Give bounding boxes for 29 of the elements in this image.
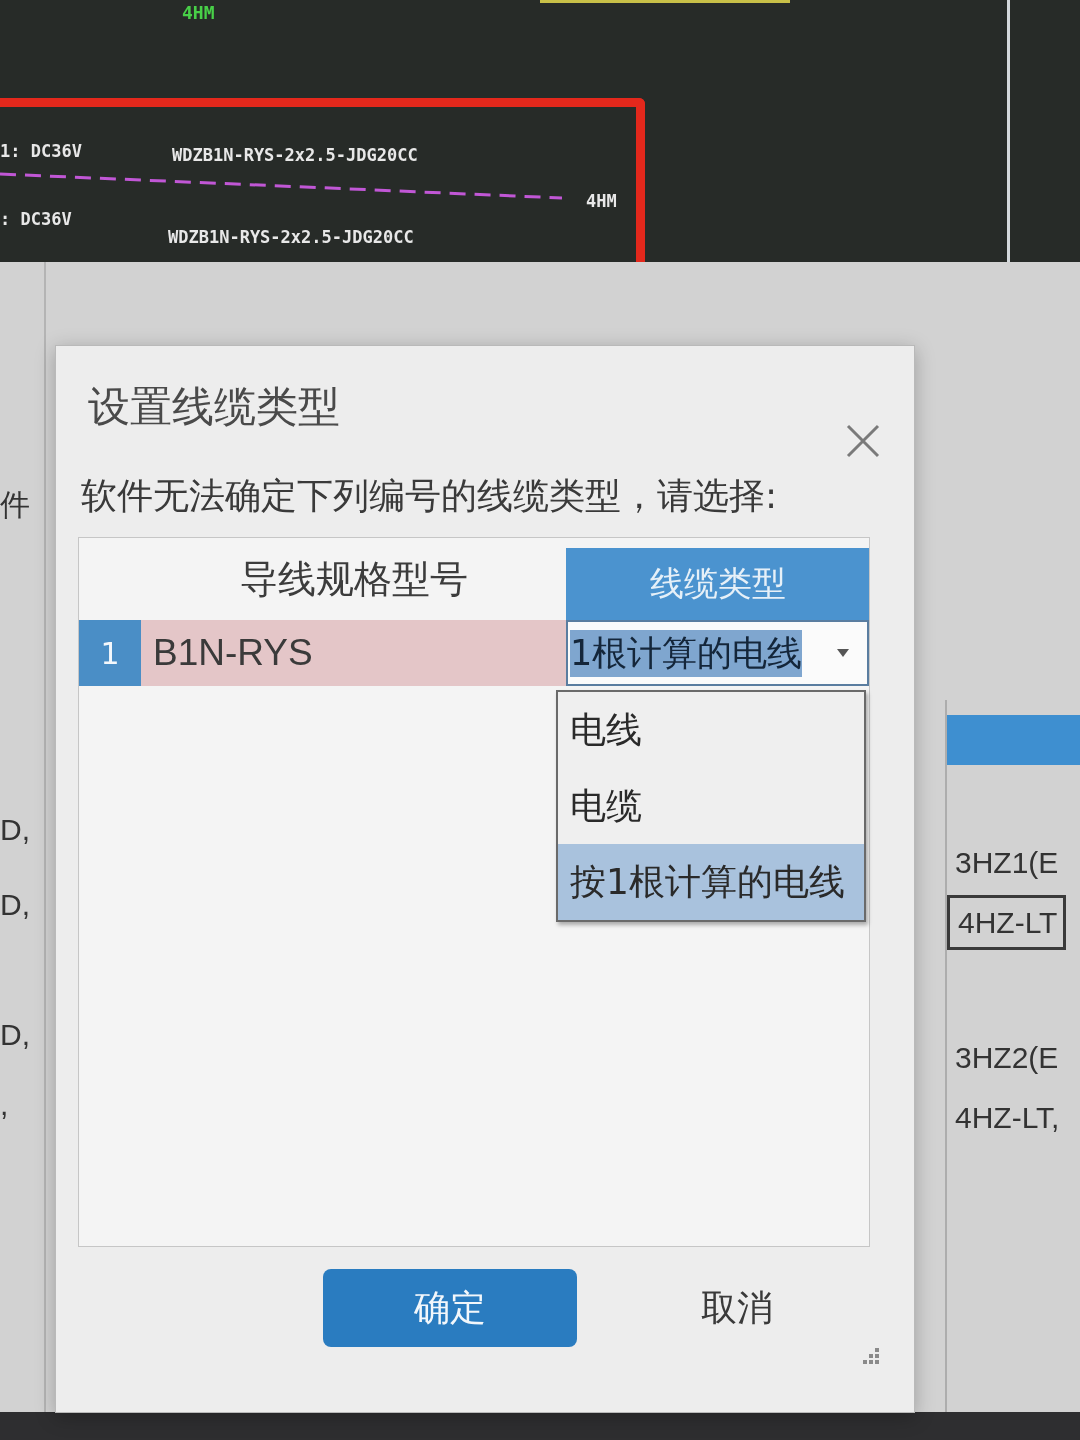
cell-text: ,	[0, 1087, 9, 1123]
cell-text: D,	[0, 812, 30, 848]
caret-icon	[837, 649, 849, 657]
cad-text: 4HM	[586, 190, 617, 212]
cad-text: : DC36V	[0, 208, 72, 230]
dropdown-option[interactable]: 电缆	[558, 768, 864, 844]
dialog-title: 设置线缆类型	[88, 382, 340, 432]
column-header: 导线规格型号	[238, 555, 469, 603]
cell-text: 件	[0, 487, 30, 523]
cell-text: D,	[0, 1017, 30, 1053]
close-icon[interactable]	[846, 424, 880, 458]
cad-label: 4HM	[182, 2, 215, 24]
cable-type-combobox[interactable]: 1根计算的电线	[566, 620, 869, 686]
table-cell: B1N-RYS	[141, 620, 566, 686]
cad-text: WDZB1N-RYS-2x2.5-JDG20CC	[172, 144, 418, 166]
cancel-button[interactable]: 取消	[637, 1269, 837, 1347]
table-cell[interactable]: 3HZ2(E	[947, 1035, 1065, 1080]
dropdown-option[interactable]: 按1根计算的电线	[558, 844, 864, 920]
table-cell[interactable]: 3HZ1(E	[947, 840, 1065, 885]
table-cell[interactable]: 4HZ-LT,	[947, 1095, 1066, 1140]
dropdown-option[interactable]: 电线	[558, 692, 864, 768]
cad-text: WDZB1N-RYS-2x2.5-JDG20CC	[168, 226, 414, 248]
table-cell[interactable]: 4HZ-LT	[947, 895, 1067, 950]
resize-grip-icon[interactable]	[862, 1347, 880, 1365]
dialog-message: 软件无法确定下列编号的线缆类型，请选择:	[81, 474, 778, 518]
column-header: 线缆类型	[566, 548, 869, 620]
cell-text: D,	[0, 887, 30, 923]
cad-text: 1: DC36V	[0, 140, 82, 162]
confirm-button[interactable]: 确定	[323, 1269, 577, 1347]
